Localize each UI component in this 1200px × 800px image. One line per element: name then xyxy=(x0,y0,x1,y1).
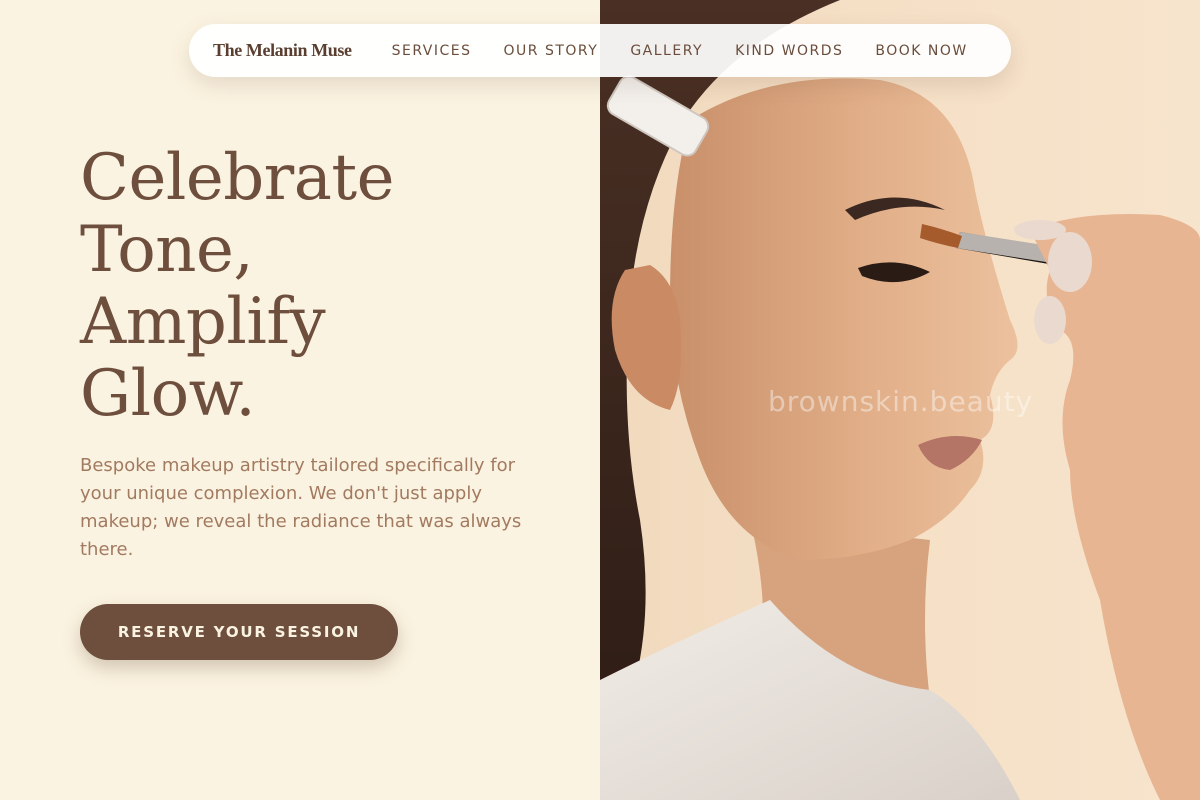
headline-line: Tone, xyxy=(80,213,254,287)
nav-link-our-story[interactable]: OUR STORY xyxy=(504,43,599,59)
headline-line: Glow. xyxy=(80,357,256,431)
top-navigation: The Melanin Muse SERVICES OUR STORY GALL… xyxy=(189,24,1011,77)
nav-link-book-now[interactable]: BOOK NOW xyxy=(875,43,967,59)
nav-link-gallery[interactable]: GALLERY xyxy=(630,43,703,59)
brand-logo[interactable]: The Melanin Muse xyxy=(213,40,352,61)
nav-links: SERVICES OUR STORY GALLERY KIND WORDS BO… xyxy=(392,43,968,59)
headline-line: Amplify xyxy=(80,285,326,359)
headline-line: Celebrate xyxy=(80,141,395,215)
photo-watermark: brownskin.beauty xyxy=(768,385,1034,418)
reserve-session-button[interactable]: RESERVE YOUR SESSION xyxy=(80,604,398,660)
hero-photo: brownskin.beauty xyxy=(600,0,1200,800)
hero-subtext: Bespoke makeup artistry tailored specifi… xyxy=(80,455,522,560)
nav-link-services[interactable]: SERVICES xyxy=(392,43,472,59)
hero-headline: Celebrate Tone, Amplify Glow. xyxy=(80,141,395,431)
nav-link-kind-words[interactable]: KIND WORDS xyxy=(735,43,843,59)
